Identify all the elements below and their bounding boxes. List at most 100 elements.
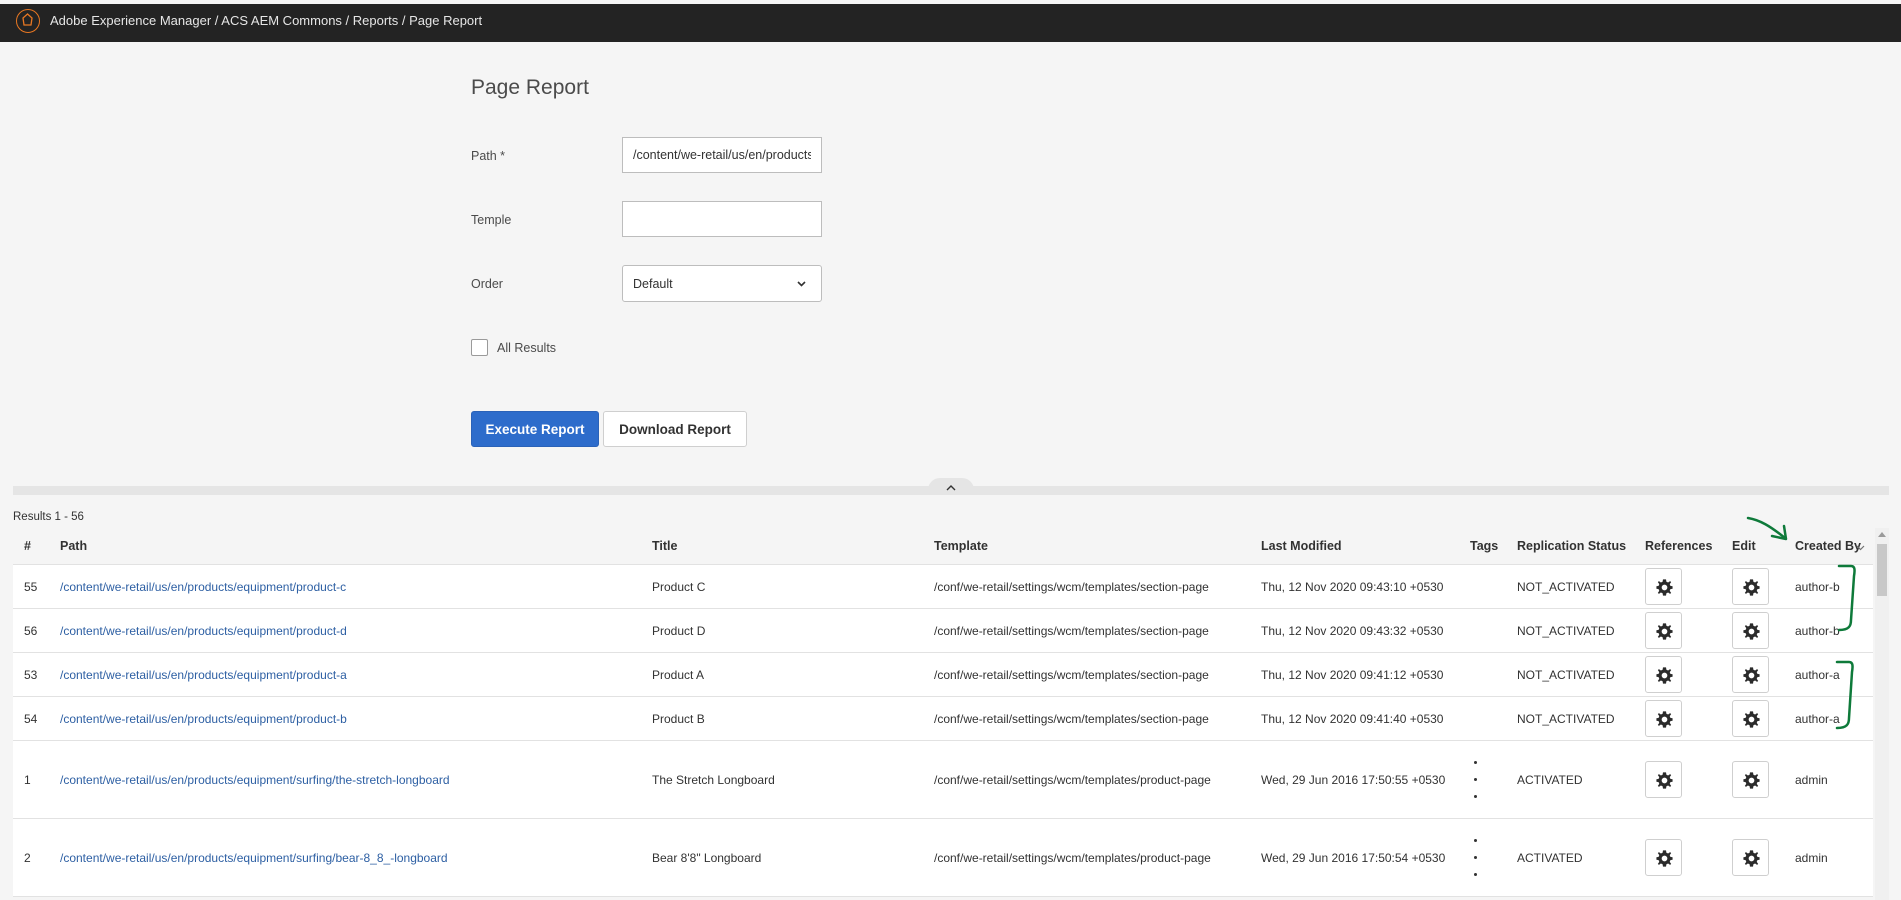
row-created-by: author-b: [1795, 624, 1840, 638]
column-header-number[interactable]: #: [24, 539, 31, 553]
gear-icon: [1743, 772, 1760, 789]
column-header-tags[interactable]: Tags: [1470, 539, 1498, 553]
execute-report-button[interactable]: Execute Report: [471, 411, 599, 447]
gear-icon: [1743, 667, 1760, 684]
edit-button[interactable]: [1732, 656, 1769, 693]
table-header: # Path Title Template Last Modified Tags…: [13, 528, 1873, 565]
column-header-template[interactable]: Template: [934, 539, 988, 553]
row-last-modified: Thu, 12 Nov 2020 09:41:40 +0530: [1261, 712, 1444, 726]
table-row[interactable]: 54 /content/we-retail/us/en/products/equ…: [13, 697, 1873, 741]
references-button[interactable]: [1645, 568, 1682, 605]
table-row[interactable]: 53 /content/we-retail/us/en/products/equ…: [13, 653, 1873, 697]
row-template: /conf/we-retail/settings/wcm/templates/s…: [934, 712, 1209, 726]
column-header-replication-status[interactable]: Replication Status: [1517, 539, 1626, 553]
row-number: 53: [24, 668, 38, 682]
gear-icon: [1656, 772, 1673, 789]
order-label: Order: [471, 277, 503, 291]
edit-button[interactable]: [1732, 568, 1769, 605]
row-path-link[interactable]: /content/we-retail/us/en/products/equipm…: [60, 580, 346, 594]
row-last-modified: Wed, 29 Jun 2016 17:50:55 +0530: [1261, 773, 1446, 787]
row-last-modified: Wed, 29 Jun 2016 17:50:54 +0530: [1261, 851, 1446, 865]
row-title: Product D: [652, 624, 706, 638]
row-number: 54: [24, 712, 38, 726]
row-number: 1: [24, 773, 31, 787]
chevron-down-icon: [796, 276, 807, 294]
table-row[interactable]: 56 /content/we-retail/us/en/products/equ…: [13, 609, 1873, 653]
collapse-toggle[interactable]: [928, 478, 974, 495]
row-created-by: author-b: [1795, 580, 1840, 594]
row-created-by: admin: [1795, 773, 1828, 787]
tags-list: [1474, 761, 1477, 812]
column-header-created-by[interactable]: Created By: [1795, 539, 1861, 553]
column-header-references[interactable]: References: [1645, 539, 1712, 553]
gear-icon: [1656, 850, 1673, 867]
table-row[interactable]: 55 /content/we-retail/us/en/products/equ…: [13, 565, 1873, 609]
gear-icon: [1743, 623, 1760, 640]
adobe-logo-icon[interactable]: [16, 9, 40, 33]
row-created-by: author-a: [1795, 712, 1840, 726]
row-title: The Stretch Longboard: [652, 773, 775, 787]
column-header-last-modified[interactable]: Last Modified: [1261, 539, 1342, 553]
download-report-button[interactable]: Download Report: [603, 411, 747, 447]
order-select-value: Default: [633, 277, 673, 291]
row-template: /conf/we-retail/settings/wcm/templates/s…: [934, 580, 1209, 594]
row-last-modified: Thu, 12 Nov 2020 09:41:12 +0530: [1261, 668, 1444, 682]
order-select[interactable]: Default: [622, 265, 822, 302]
edit-button[interactable]: [1732, 839, 1769, 876]
page-title: Page Report: [471, 76, 589, 99]
row-replication-status: NOT_ACTIVATED: [1517, 668, 1615, 682]
column-header-title[interactable]: Title: [652, 539, 677, 553]
row-title: Product C: [652, 580, 706, 594]
gear-icon: [1656, 711, 1673, 728]
all-results-checkbox[interactable]: [471, 339, 488, 356]
top-bar: Adobe Experience Manager / ACS AEM Commo…: [0, 4, 1901, 42]
results-table: # Path Title Template Last Modified Tags…: [13, 528, 1873, 897]
sort-icon[interactable]: [1855, 540, 1866, 558]
all-results-label: All Results: [497, 341, 557, 355]
row-path-link[interactable]: /content/we-retail/us/en/products/equipm…: [60, 668, 347, 682]
chevron-up-icon: [946, 485, 956, 491]
edit-button[interactable]: [1732, 700, 1769, 737]
template-input[interactable]: [622, 201, 822, 237]
row-title: Bear 8'8" Longboard: [652, 851, 762, 865]
table-row[interactable]: 1 /content/we-retail/us/en/products/equi…: [13, 741, 1873, 819]
references-button[interactable]: [1645, 612, 1682, 649]
gear-icon: [1743, 579, 1760, 596]
row-replication-status: NOT_ACTIVATED: [1517, 712, 1615, 726]
gear-icon: [1743, 711, 1760, 728]
row-replication-status: NOT_ACTIVATED: [1517, 580, 1615, 594]
row-replication-status: ACTIVATED: [1517, 773, 1583, 787]
column-header-edit[interactable]: Edit: [1732, 539, 1756, 553]
row-path-link[interactable]: /content/we-retail/us/en/products/equipm…: [60, 712, 347, 726]
row-last-modified: Thu, 12 Nov 2020 09:43:32 +0530: [1261, 624, 1444, 638]
row-created-by: author-a: [1795, 668, 1840, 682]
row-created-by: admin: [1795, 851, 1828, 865]
row-title: Product A: [652, 668, 705, 682]
row-path-link[interactable]: /content/we-retail/us/en/products/equipm…: [60, 624, 347, 638]
row-title: Product B: [652, 712, 705, 726]
edit-button[interactable]: [1732, 612, 1769, 649]
row-path-link[interactable]: /content/we-retail/us/en/products/equipm…: [60, 851, 448, 865]
gear-icon: [1743, 850, 1760, 867]
edit-button[interactable]: [1732, 761, 1769, 798]
path-input[interactable]: [622, 137, 822, 173]
references-button[interactable]: [1645, 700, 1682, 737]
table-row[interactable]: 2 /content/we-retail/us/en/products/equi…: [13, 819, 1873, 897]
breadcrumb[interactable]: Adobe Experience Manager / ACS AEM Commo…: [50, 13, 482, 28]
row-number: 2: [24, 851, 31, 865]
tags-list: [1474, 839, 1477, 890]
references-button[interactable]: [1645, 839, 1682, 876]
row-number: 56: [24, 624, 38, 638]
results-count: Results 1 - 56: [13, 511, 84, 523]
column-header-path[interactable]: Path: [60, 539, 87, 553]
references-button[interactable]: [1645, 761, 1682, 798]
gear-icon: [1656, 623, 1673, 640]
row-number: 55: [24, 580, 38, 594]
row-path-link[interactable]: /content/we-retail/us/en/products/equipm…: [60, 773, 450, 787]
row-replication-status: ACTIVATED: [1517, 851, 1583, 865]
table-scrollbar[interactable]: [1875, 528, 1889, 900]
scroll-thumb[interactable]: [1877, 544, 1887, 596]
references-button[interactable]: [1645, 656, 1682, 693]
template-label: Temple: [471, 213, 512, 227]
scroll-up-icon[interactable]: [1878, 531, 1886, 537]
